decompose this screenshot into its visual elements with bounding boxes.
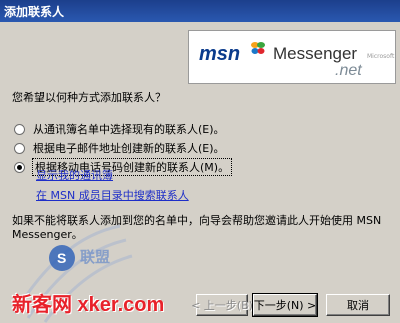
- window-title: 添加联系人: [4, 5, 65, 19]
- logo-brand: msn: [199, 43, 241, 65]
- option-email[interactable]: 根据电子邮件地址创建新的联系人(E)。: [14, 141, 225, 155]
- search-directory-link[interactable]: 在 MSN 成员目录中搜索联系人: [36, 187, 189, 203]
- logo-product: Messenger: [273, 44, 358, 63]
- question-label: 您希望以何种方式添加联系人？: [12, 91, 166, 104]
- radio-button[interactable]: [14, 142, 25, 154]
- next-button-label: 下一步(N) >: [253, 299, 317, 312]
- option-label: 根据电子邮件地址创建新的联系人(E)。: [33, 142, 225, 155]
- cancel-button-label: 取消: [347, 299, 369, 312]
- back-button[interactable]: < 上一步(B): [191, 294, 253, 316]
- logo-suffix: .net: [335, 62, 362, 79]
- radio-button[interactable]: [14, 123, 25, 135]
- info-text: 如果不能将联系人添加到您的名单中，向导会帮助您邀请此人开始使用 MSN Mess…: [12, 214, 382, 241]
- radio-button-selected[interactable]: [14, 161, 25, 173]
- add-contact-dialog: msn Messenger Microsoft .net 您希望以何种方式添加联…: [0, 22, 400, 323]
- next-button[interactable]: 下一步(N) >: [252, 293, 318, 317]
- watermark-text: 新客网 xker.com: [12, 294, 165, 316]
- logo-vendor: Microsoft: [367, 53, 395, 60]
- title-bar[interactable]: 添加联系人: [0, 0, 400, 22]
- show-address-book-link[interactable]: 显示我的通讯簿: [36, 167, 113, 183]
- option-label: 从通讯簿名单中选择现有的联系人(E)。: [33, 123, 225, 136]
- msn-messenger-logo: msn Messenger Microsoft .net: [188, 30, 396, 84]
- option-address-book[interactable]: 从通讯簿名单中选择现有的联系人(E)。: [14, 122, 225, 136]
- msn-butterfly-icon: [251, 42, 265, 54]
- back-button-label: < 上一步(B): [191, 299, 253, 312]
- radio-dot: [17, 164, 22, 170]
- cancel-button[interactable]: 取消: [326, 294, 390, 316]
